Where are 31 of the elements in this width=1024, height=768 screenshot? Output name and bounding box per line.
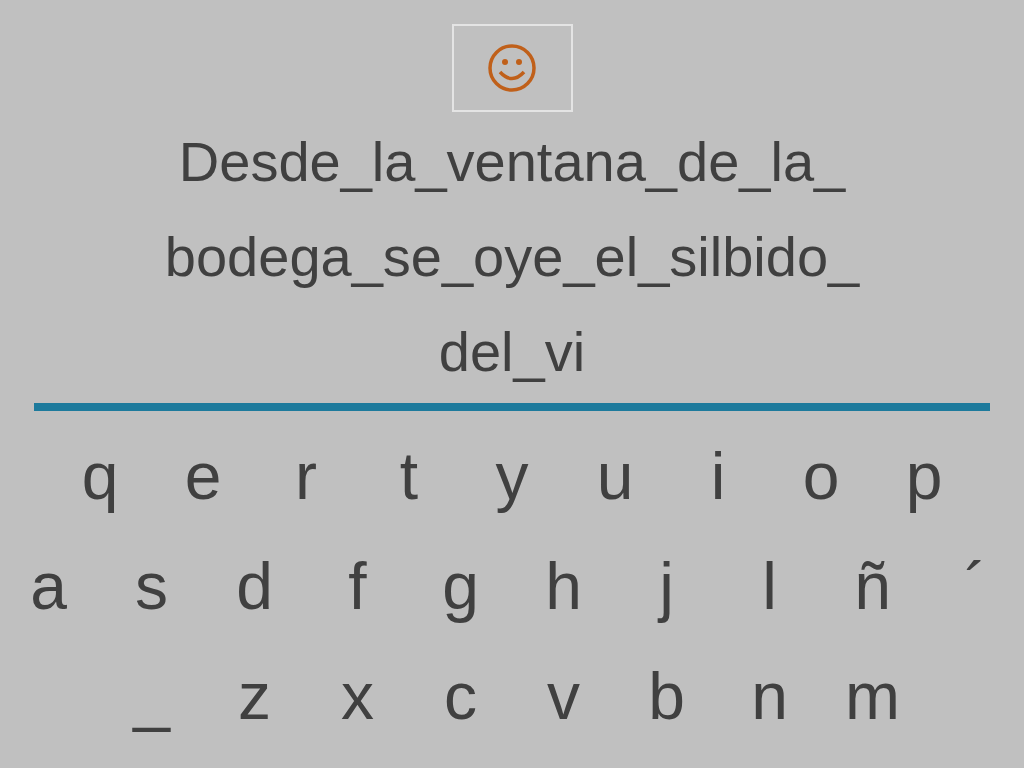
key-button[interactable]: c: [409, 641, 512, 751]
key-button[interactable]: e: [151, 421, 255, 531]
key-button[interactable]: t: [357, 421, 461, 531]
sentence-line: Desde_la_ventana_de_la_: [178, 129, 846, 195]
key-button[interactable]: a: [0, 531, 100, 641]
key-button[interactable]: j: [615, 531, 718, 641]
key-button[interactable]: u: [563, 421, 667, 531]
key-button[interactable]: _: [100, 641, 203, 751]
key-button[interactable]: n: [718, 641, 821, 751]
sentence-line: del_vi: [438, 319, 586, 385]
key-button[interactable]: z: [203, 641, 306, 751]
key-button[interactable]: ´: [924, 531, 1024, 641]
smiley-icon: [487, 43, 537, 93]
key-button[interactable]: g: [409, 531, 512, 641]
key-button[interactable]: b: [615, 641, 718, 751]
key-button[interactable]: m: [821, 641, 924, 751]
key-button[interactable]: h: [512, 531, 615, 641]
key-button[interactable]: f: [306, 531, 409, 641]
key-button[interactable]: o: [769, 421, 873, 531]
key-button[interactable]: l: [718, 531, 821, 641]
key-button[interactable]: v: [512, 641, 615, 751]
key-button[interactable]: s: [100, 531, 203, 641]
key-button[interactable]: y: [460, 421, 564, 531]
key-button[interactable]: i: [666, 421, 770, 531]
key-button[interactable]: p: [872, 421, 976, 531]
key-button[interactable]: d: [203, 531, 306, 641]
key-button[interactable]: q: [48, 421, 152, 531]
key-button[interactable]: r: [254, 421, 358, 531]
key-button[interactable]: x: [306, 641, 409, 751]
key-button[interactable]: ñ: [821, 531, 924, 641]
sentence-line: bodega_se_oye_el_silbido_: [164, 224, 860, 290]
